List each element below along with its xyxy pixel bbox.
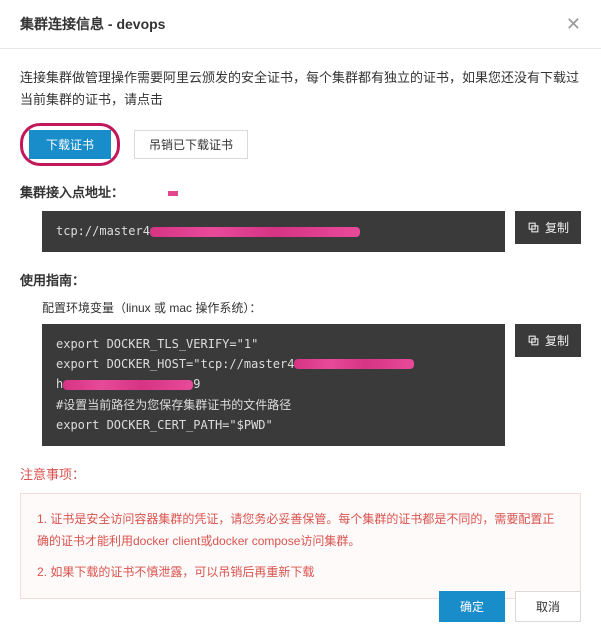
endpoint-code: tcp://master4	[42, 211, 505, 251]
guide-sublabel: 配置环境变量（linux 或 mac 操作系统）：	[42, 299, 581, 316]
endpoint-label: 集群接入点地址：	[20, 182, 581, 201]
modal-header: 集群连接信息 - devops ✕	[0, 0, 601, 49]
copy-endpoint-button[interactable]: 复制	[515, 211, 581, 244]
modal-body: 连接集群做管理操作需要阿里云颁发的安全证书，每个集群都有独立的证书，如果您还没有…	[0, 49, 601, 609]
modal-container: 集群连接信息 - devops ✕ 连接集群做管理操作需要阿里云颁发的安全证书，…	[0, 0, 601, 609]
copy-guide-button[interactable]: 复制	[515, 324, 581, 357]
guide-label: 使用指南：	[20, 270, 581, 289]
notice-item-1: 1. 证书是安全访问容器集群的凭证，请您务必妥善保管。每个集群的证书都是不同的，…	[37, 508, 564, 554]
close-icon[interactable]: ✕	[566, 15, 581, 33]
modal-title: 集群连接信息 - devops	[20, 14, 165, 34]
redacted-text	[294, 359, 414, 369]
redaction-mark	[168, 191, 178, 196]
cancel-button[interactable]: 取消	[515, 591, 581, 622]
guide-row: export DOCKER_TLS_VERIFY="1" export DOCK…	[42, 324, 581, 446]
copy-icon	[527, 334, 540, 347]
revoke-cert-button[interactable]: 吊销已下载证书	[134, 130, 248, 159]
endpoint-row: tcp://master4 复制	[42, 211, 581, 251]
redacted-text	[150, 227, 360, 237]
notice-title: 注意事项：	[20, 464, 581, 483]
button-row: 下载证书 吊销已下载证书	[20, 123, 581, 166]
highlight-circle: 下载证书	[20, 123, 120, 166]
copy-icon	[527, 221, 540, 234]
ok-button[interactable]: 确定	[439, 591, 505, 622]
modal-footer: 确定 取消	[439, 591, 581, 622]
notice-box: 1. 证书是安全访问容器集群的凭证，请您务必妥善保管。每个集群的证书都是不同的，…	[20, 493, 581, 599]
notice-item-2: 2. 如果下载的证书不慎泄露，可以吊销后再重新下载	[37, 561, 564, 584]
download-cert-button[interactable]: 下载证书	[29, 130, 111, 159]
guide-code: export DOCKER_TLS_VERIFY="1" export DOCK…	[42, 324, 505, 446]
intro-text: 连接集群做管理操作需要阿里云颁发的安全证书，每个集群都有独立的证书，如果您还没有…	[20, 67, 581, 111]
redacted-text	[63, 380, 193, 390]
